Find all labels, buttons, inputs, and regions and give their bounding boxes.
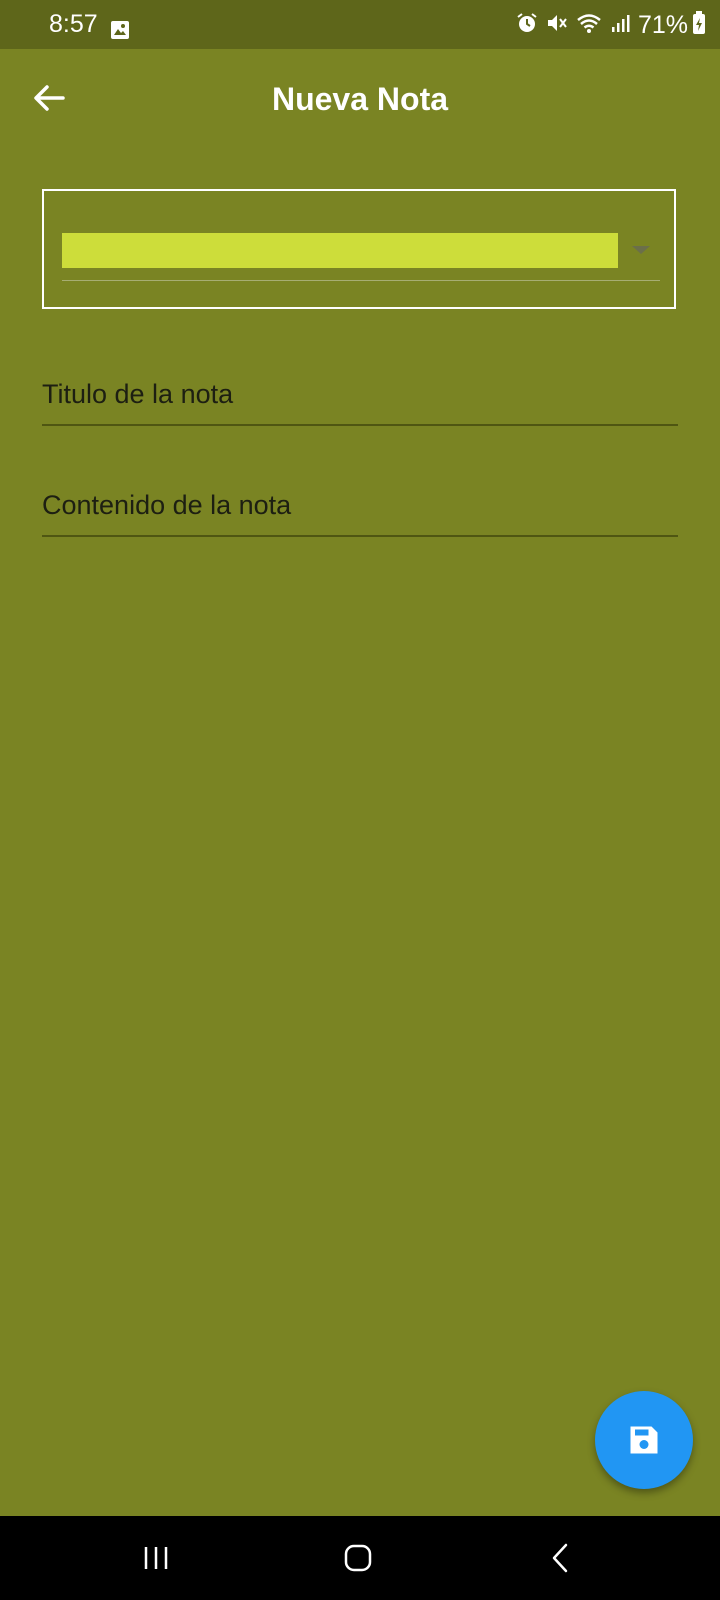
system-nav-bar <box>0 1516 720 1600</box>
save-icon <box>630 1426 658 1454</box>
category-dropdown[interactable] <box>62 233 660 281</box>
status-bar: 8:57 71% <box>0 0 720 49</box>
alarm-icon <box>516 12 538 39</box>
recent-apps-button[interactable] <box>134 1538 178 1578</box>
dropdown-arrow-icon <box>632 246 650 254</box>
recent-apps-icon <box>144 1547 168 1569</box>
category-dropdown-container <box>42 189 676 309</box>
content-input-placeholder: Contenido de la nota <box>42 490 292 520</box>
image-icon <box>110 20 130 40</box>
content-input[interactable]: Contenido de la nota <box>42 475 678 537</box>
wifi-icon <box>576 12 602 39</box>
home-button[interactable] <box>336 1538 380 1578</box>
status-time: 8:57 <box>49 10 98 38</box>
save-button[interactable] <box>595 1391 693 1489</box>
home-icon <box>344 1544 372 1572</box>
dropdown-selected-value <box>62 233 618 268</box>
status-icons: 71% <box>516 10 706 40</box>
battery-charging-icon <box>692 10 706 40</box>
title-input-placeholder: Titulo de la nota <box>42 379 234 409</box>
dropdown-underline <box>62 280 660 281</box>
nav-back-button[interactable] <box>538 1538 582 1578</box>
battery-percent: 71% <box>637 10 688 39</box>
back-icon <box>552 1543 568 1573</box>
title-input[interactable]: Titulo de la nota <box>42 364 678 426</box>
page-title: Nueva Nota <box>271 81 449 117</box>
app-bar: Nueva Nota <box>0 49 720 149</box>
mute-icon <box>546 12 568 39</box>
signal-icon <box>610 13 630 38</box>
